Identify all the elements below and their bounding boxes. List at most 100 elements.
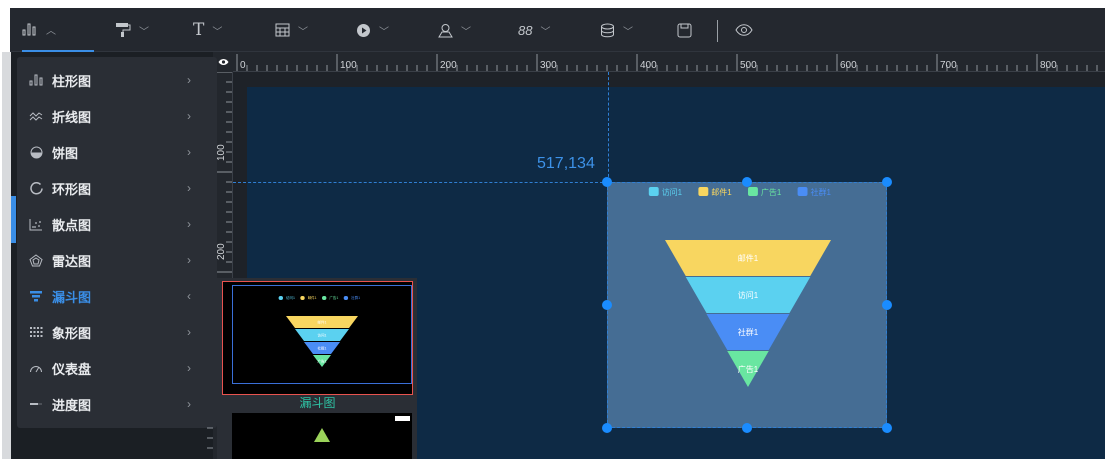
menu-item-label: 饼图 — [52, 145, 79, 161]
menu-item-pie[interactable]: 饼图 › — [17, 134, 217, 170]
legend-swatch — [797, 187, 808, 196]
paint-roller-icon — [115, 22, 131, 38]
resize-handle[interactable] — [602, 177, 612, 187]
tb-preview-button[interactable] — [735, 8, 753, 52]
scatter-chart-icon — [27, 218, 45, 231]
toolbar: ︿ ﹀ T ﹀ ﹀ ﹀ ﹀ 88 ﹀ ﹀ — [10, 8, 1105, 52]
legend-item: 邮件1 — [698, 187, 732, 197]
resize-handle[interactable] — [602, 423, 612, 433]
toolbar-divider — [717, 20, 718, 42]
bar-chart-icon — [22, 22, 38, 36]
tb-text-button[interactable]: T ﹀ — [193, 8, 222, 52]
chevron-down-icon: ﹀ — [298, 26, 308, 38]
map-pin-icon — [438, 23, 453, 38]
legend-label: 社群1 — [811, 187, 832, 197]
menu-item-funnel[interactable]: 漏斗图 ‹ — [17, 278, 217, 314]
menu-item-label: 雷达图 — [52, 253, 92, 269]
funnel-chart-widget[interactable]: 访问1 邮件1 广告1 社群1 邮件1 访问1 社群1 广告1 — [607, 182, 887, 428]
legend-item: 访问1 — [648, 187, 683, 197]
funnel-segment-label: 访问1 — [738, 290, 759, 300]
ruler-top — [232, 52, 1105, 72]
legend-label: 广告1 — [761, 187, 782, 197]
chevron-down-icon: ﹀ — [212, 26, 223, 38]
chevron-right-icon: › — [187, 253, 191, 267]
thumbnail-funnel-chart: 访问1 邮件1 广告1 社群1 邮件1 访问1 社群1 广告1 — [278, 295, 360, 367]
chevron-up-icon: ︿ — [46, 25, 56, 37]
ruler-top-label: 100 — [340, 60, 357, 71]
legend-label: 邮件1 — [308, 295, 317, 300]
ruler-top-label: 700 — [940, 60, 957, 71]
thumbnail-frame: 访问1 邮件1 广告1 社群1 邮件1 访问1 社群1 广告1 — [232, 285, 412, 384]
resize-handle[interactable] — [882, 300, 892, 310]
menu-item-label: 散点图 — [52, 217, 92, 233]
legend-label: 访问1 — [662, 187, 683, 197]
funnel-segment-label: 社群1 — [318, 346, 327, 351]
resize-handle[interactable] — [882, 177, 892, 187]
menu-item-bar[interactable]: 柱形图 › — [17, 62, 217, 98]
ruler-top-label: 600 — [840, 60, 857, 71]
resize-handle[interactable] — [602, 300, 612, 310]
tb-widget-button[interactable]: 88 ﹀ — [518, 8, 550, 52]
chevron-down-icon: ﹀ — [461, 26, 471, 38]
legend-label: 社群1 — [351, 295, 360, 300]
ruler-top-label: 0 — [240, 60, 246, 71]
chevron-right-icon: › — [187, 361, 191, 375]
legend-item: 广告1 — [748, 187, 782, 197]
chevron-down-icon: ﹀ — [379, 26, 389, 38]
menu-item-radar[interactable]: 雷达图 › — [17, 242, 217, 278]
bar-chart-icon — [27, 74, 45, 86]
ruler-left-label: 200 — [216, 243, 227, 260]
menu-item-progress[interactable]: 进度图 › — [17, 386, 217, 422]
menu-item-line[interactable]: 折线图 › — [17, 98, 217, 134]
funnel-segment-label: 邮件1 — [318, 320, 327, 325]
tb-save-button[interactable] — [677, 8, 692, 52]
save-icon — [677, 23, 692, 38]
menu-item-label: 象形图 — [52, 325, 92, 341]
chevron-right-icon: › — [187, 145, 191, 159]
left-scrollbar[interactable] — [2, 52, 11, 459]
tb-style-button[interactable]: ﹀ — [115, 8, 149, 52]
chevron-down-icon: ﹀ — [139, 26, 149, 38]
resize-handle[interactable] — [742, 423, 752, 433]
thumbnail-label: 漏斗图 — [299, 396, 336, 410]
pyramid-thumbnail-icon — [314, 416, 410, 442]
pie-chart-icon — [27, 146, 45, 159]
chevron-right-icon: › — [187, 109, 191, 123]
tb-map-button[interactable]: ﹀ — [438, 8, 471, 52]
resize-handle[interactable] — [882, 423, 892, 433]
coordinate-readout: 517,134 — [537, 155, 595, 172]
ring-chart-icon — [27, 181, 45, 195]
tb-chart-button[interactable]: ︿ — [22, 8, 94, 52]
funnel-chart: 访问1 邮件1 广告1 社群1 邮件1 访问1 社群1 广告1 — [648, 187, 832, 387]
second-thumbnail[interactable] — [232, 413, 412, 459]
legend-item: 邮件1 — [300, 295, 317, 300]
legend-swatch — [278, 296, 283, 300]
ruler-top-label: 200 — [440, 60, 457, 71]
resize-handle[interactable] — [742, 177, 752, 187]
funnel-segment-label: 广告1 — [318, 359, 327, 364]
chevron-right-icon: › — [187, 397, 191, 411]
menu-item-gauge[interactable]: 仪表盘 › — [17, 350, 217, 386]
menu-item-label: 折线图 — [52, 109, 92, 125]
tb-table-button[interactable]: ﹀ — [275, 8, 308, 52]
glyph-88-icon: 88 — [518, 22, 533, 38]
radar-chart-icon — [27, 253, 45, 267]
menu-item-ring[interactable]: 环形图 › — [17, 170, 217, 206]
legend-item: 社群1 — [797, 187, 832, 197]
legend-item: 访问1 — [278, 295, 295, 300]
funnel-thumbnail[interactable]: 访问1 邮件1 广告1 社群1 邮件1 访问1 社群1 广告1 — [222, 281, 413, 395]
menu-item-scatter[interactable]: 散点图 › — [17, 206, 217, 242]
ruler-top-label: 500 — [740, 60, 757, 71]
line-chart-icon — [27, 110, 45, 122]
tb-media-button[interactable]: ﹀ — [356, 8, 389, 52]
menu-item-pictogram[interactable]: 象形图 › — [17, 314, 217, 350]
ruler-top-label: 800 — [1040, 60, 1057, 71]
menu-item-label: 进度图 — [52, 397, 92, 413]
legend-swatch — [300, 296, 305, 300]
table-icon — [275, 23, 290, 37]
tb-data-button[interactable]: ﹀ — [600, 8, 633, 52]
window-top-strip — [0, 0, 1105, 8]
funnel-segment-label: 广告1 — [738, 364, 759, 374]
menu-item-label: 仪表盘 — [52, 361, 92, 377]
ruler-top-label: 300 — [540, 60, 557, 71]
